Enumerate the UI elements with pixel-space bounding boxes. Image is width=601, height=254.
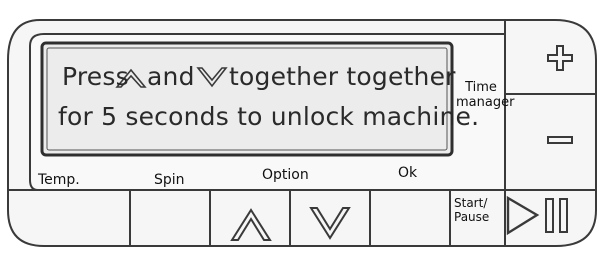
- ok-button[interactable]: [371, 191, 449, 245]
- minus-button[interactable]: [506, 95, 595, 189]
- temp-label: Temp.: [38, 172, 80, 188]
- option-label: Option: [262, 167, 309, 183]
- temp-button[interactable]: [9, 191, 129, 245]
- plus-button[interactable]: [506, 21, 595, 93]
- lcd-line1-start: Press: [62, 62, 129, 91]
- spin-button[interactable]: [131, 191, 209, 245]
- time-manager-label[interactable]: Time manager: [456, 80, 515, 110]
- spin-label: Spin: [154, 172, 185, 188]
- start-pause-button[interactable]: [451, 191, 595, 245]
- ok-label: Ok: [398, 165, 418, 181]
- lcd-line1-end: together together: [229, 62, 456, 91]
- time-manager-line2: manager: [456, 95, 515, 110]
- lcd-line2: for 5 seconds to unlock machine.: [58, 102, 480, 131]
- option-down-button[interactable]: [291, 191, 369, 245]
- lcd-display: [40, 41, 454, 157]
- lcd-line1-mid: and: [147, 62, 195, 91]
- option-up-button[interactable]: [211, 191, 289, 245]
- time-manager-line1: Time: [465, 80, 497, 95]
